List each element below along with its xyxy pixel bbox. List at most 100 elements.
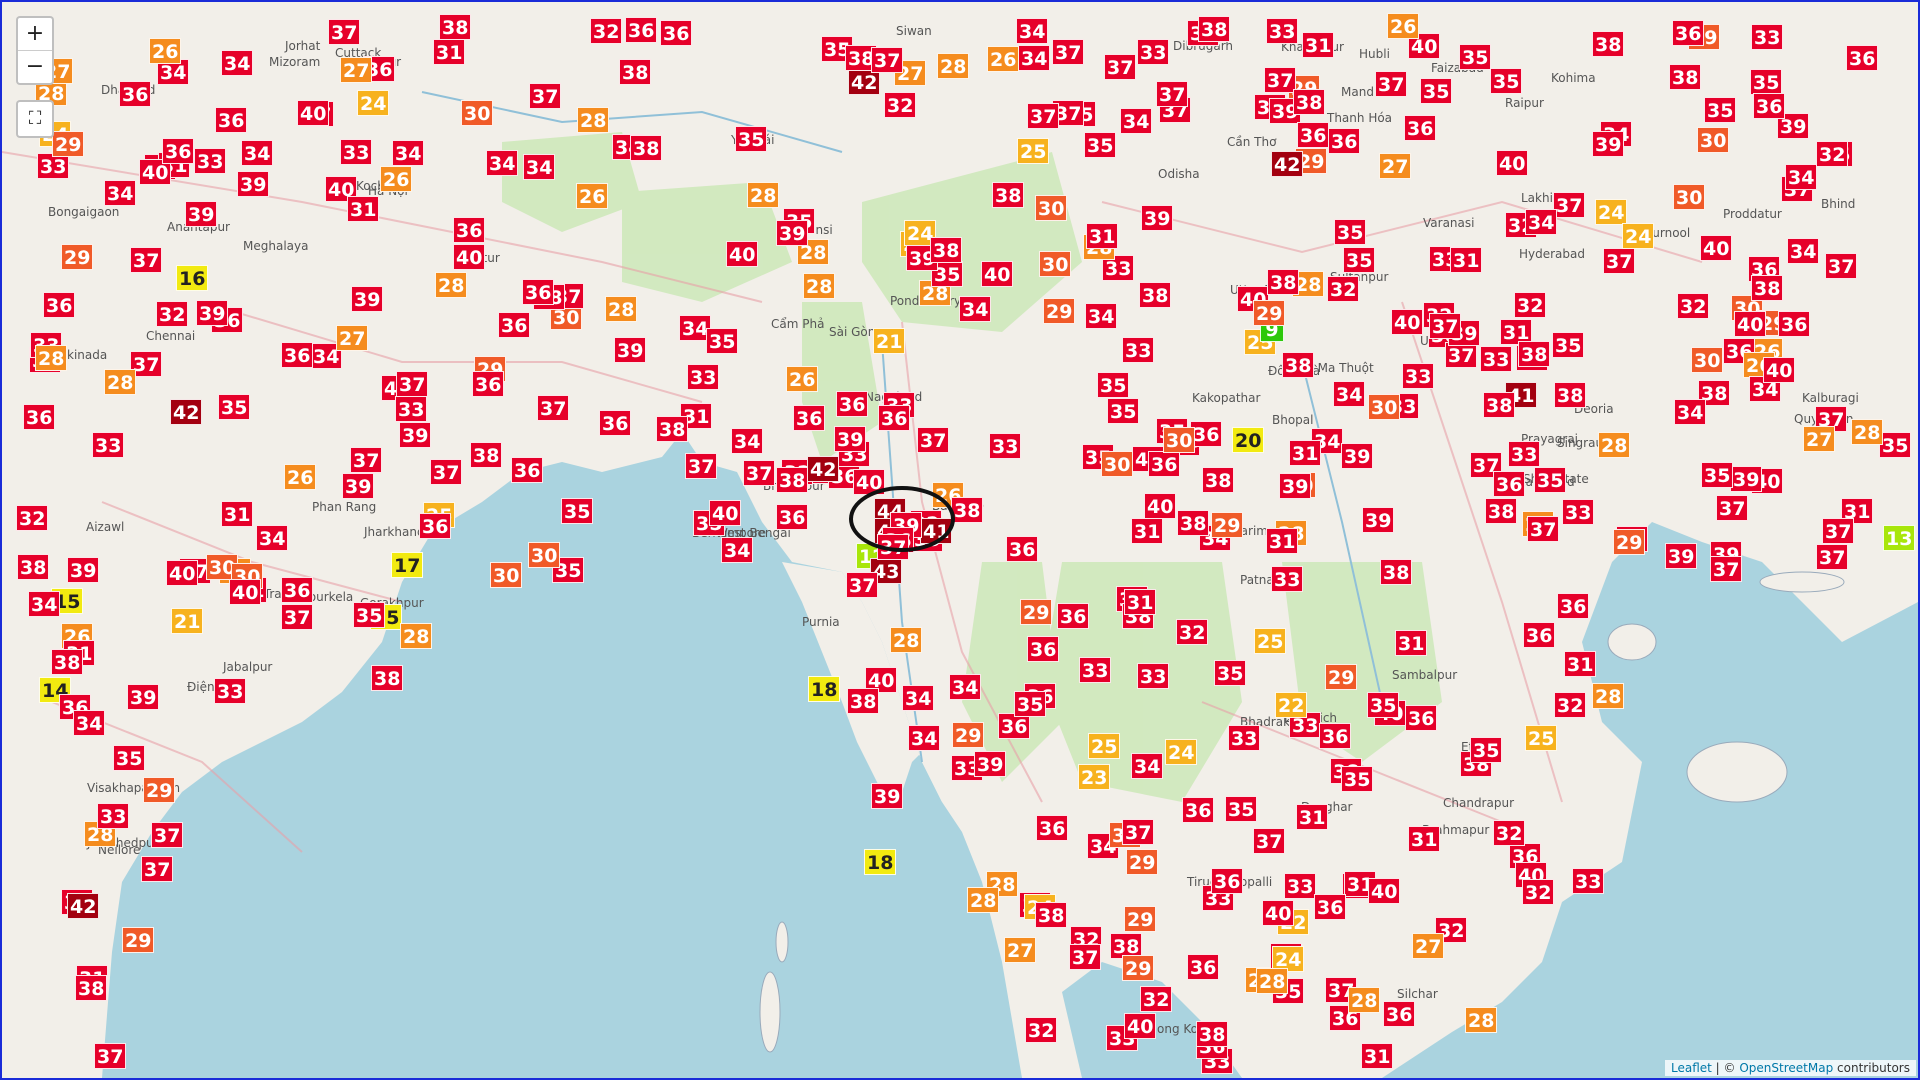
- temperature-badge[interactable]: 34: [1131, 753, 1164, 779]
- temperature-badge[interactable]: 38: [1669, 64, 1702, 90]
- temperature-badge[interactable]: 33: [1508, 441, 1541, 467]
- temperature-badge[interactable]: 22: [1275, 692, 1308, 718]
- temperature-badge[interactable]: 36: [1006, 536, 1039, 562]
- temperature-badge[interactable]: 38: [75, 975, 108, 1001]
- temperature-badge[interactable]: 18: [864, 849, 897, 875]
- temperature-badge[interactable]: 38: [776, 467, 809, 493]
- temperature-badge[interactable]: 39: [342, 473, 375, 499]
- temperature-badge[interactable]: 40: [1368, 878, 1401, 904]
- temperature-badge[interactable]: 32: [1522, 879, 1555, 905]
- temperature-badge[interactable]: 38: [1267, 269, 1300, 295]
- temperature-badge[interactable]: 32: [590, 18, 623, 44]
- temperature-badge[interactable]: 33: [687, 364, 720, 390]
- temperature-badge[interactable]: 33: [340, 139, 373, 165]
- temperature-badge[interactable]: 35: [1534, 467, 1567, 493]
- temperature-badge[interactable]: 36: [599, 410, 632, 436]
- temperature-badge[interactable]: 34: [1785, 164, 1818, 190]
- osm-link[interactable]: OpenStreetMap: [1739, 1061, 1833, 1075]
- temperature-badge[interactable]: 42: [170, 399, 203, 425]
- temperature-badge[interactable]: 35: [1084, 132, 1117, 158]
- temperature-badge[interactable]: 31: [1395, 630, 1428, 656]
- temperature-badge[interactable]: 25: [1017, 138, 1050, 164]
- temperature-badge[interactable]: 39: [834, 426, 867, 452]
- temperature-badge[interactable]: 36: [119, 81, 152, 107]
- temperature-badge[interactable]: 25: [1254, 628, 1287, 654]
- leaflet-link[interactable]: Leaflet: [1671, 1061, 1712, 1075]
- temperature-badge[interactable]: 39: [1141, 205, 1174, 231]
- temperature-badge[interactable]: 35: [1097, 372, 1130, 398]
- temperature-badge[interactable]: 38: [1198, 16, 1231, 42]
- temperature-badge[interactable]: 36: [1057, 603, 1090, 629]
- temperature-badge[interactable]: 36: [281, 342, 314, 368]
- temperature-badge[interactable]: 35: [1490, 68, 1523, 94]
- temperature-badge[interactable]: 40: [1124, 1013, 1157, 1039]
- temperature-badge[interactable]: 33: [1271, 566, 1304, 592]
- temperature-badge[interactable]: 36: [1319, 723, 1352, 749]
- temperature-badge[interactable]: 35: [561, 498, 594, 524]
- zoom-in-button[interactable]: +: [18, 18, 52, 50]
- temperature-badge[interactable]: 32: [156, 301, 189, 327]
- temperature-badge[interactable]: 28: [937, 53, 970, 79]
- temperature-badge[interactable]: 26: [284, 464, 317, 490]
- temperature-badge[interactable]: 30: [1035, 195, 1068, 221]
- temperature-badge[interactable]: 36: [1493, 471, 1526, 497]
- temperature-badge[interactable]: 29: [122, 927, 155, 953]
- temperature-badge[interactable]: 18: [808, 676, 841, 702]
- temperature-badge[interactable]: 38: [1380, 559, 1413, 585]
- temperature-badge[interactable]: 39: [1592, 131, 1625, 157]
- temperature-badge[interactable]: 36: [281, 577, 314, 603]
- temperature-badge[interactable]: 38: [439, 14, 472, 40]
- temperature-badge[interactable]: 28: [1851, 419, 1884, 445]
- temperature-badge[interactable]: 39: [1279, 473, 1312, 499]
- temperature-badge[interactable]: 33: [1751, 24, 1784, 50]
- temperature-badge[interactable]: 35: [1470, 737, 1503, 763]
- temperature-badge[interactable]: 37: [1816, 544, 1849, 570]
- temperature-badge[interactable]: 13: [1883, 525, 1916, 551]
- temperature-badge[interactable]: 32: [1025, 1017, 1058, 1043]
- temperature-badge[interactable]: 36: [1027, 636, 1060, 662]
- temperature-badge[interactable]: 40: [1734, 311, 1767, 337]
- temperature-badge[interactable]: 34: [486, 150, 519, 176]
- temperature-badge[interactable]: 32: [1677, 293, 1710, 319]
- temperature-badge[interactable]: 34: [1787, 238, 1820, 264]
- temperature-badge[interactable]: 39: [1362, 507, 1395, 533]
- temperature-badge[interactable]: 30: [528, 542, 561, 568]
- temperature-badge[interactable]: 37: [846, 572, 879, 598]
- temperature-badge[interactable]: 33: [1137, 663, 1170, 689]
- map-viewport[interactable]: Uttar PradeshLakhimpurGorakhpurPrayagraj…: [0, 0, 1920, 1080]
- temperature-badge[interactable]: 26: [149, 38, 182, 64]
- temperature-badge[interactable]: 38: [1035, 902, 1068, 928]
- temperature-badge[interactable]: 39: [399, 422, 432, 448]
- temperature-badge[interactable]: 33: [214, 678, 247, 704]
- temperature-badge[interactable]: 38: [1554, 382, 1587, 408]
- temperature-badge[interactable]: 33: [1284, 873, 1317, 899]
- temperature-badge[interactable]: 40: [1496, 150, 1529, 176]
- temperature-badge[interactable]: 35: [1552, 332, 1585, 358]
- temperature-badge[interactable]: 34: [28, 591, 61, 617]
- temperature-badge[interactable]: 34: [392, 140, 425, 166]
- temperature-badge[interactable]: 31: [221, 501, 254, 527]
- temperature-badge[interactable]: 37: [130, 247, 163, 273]
- temperature-badge[interactable]: 32: [1554, 692, 1587, 718]
- temperature-badge[interactable]: 33: [1137, 39, 1170, 65]
- temperature-badge[interactable]: 37: [685, 453, 718, 479]
- temperature-badge[interactable]: 31: [1086, 223, 1119, 249]
- temperature-badge[interactable]: 34: [1120, 108, 1153, 134]
- temperature-badge[interactable]: 17: [391, 552, 424, 578]
- temperature-badge[interactable]: 24: [1595, 199, 1628, 225]
- temperature-badge[interactable]: 25: [1088, 733, 1121, 759]
- temperature-badge[interactable]: 24: [1622, 223, 1655, 249]
- temperature-badge[interactable]: 34: [731, 428, 764, 454]
- temperature-badge[interactable]: 31: [1408, 826, 1441, 852]
- temperature-badge[interactable]: 29: [1613, 529, 1646, 555]
- temperature-badge[interactable]: 38: [470, 442, 503, 468]
- temperature-badge[interactable]: 36: [162, 138, 195, 164]
- temperature-badge[interactable]: 27: [1379, 153, 1412, 179]
- temperature-badge[interactable]: 37: [1052, 39, 1085, 65]
- temperature-badge[interactable]: 38: [1202, 467, 1235, 493]
- temperature-badge[interactable]: 38: [630, 135, 663, 161]
- temperature-badge[interactable]: 28: [1592, 683, 1625, 709]
- temperature-badge[interactable]: 34: [721, 537, 754, 563]
- temperature-badge[interactable]: 39: [185, 201, 218, 227]
- temperature-badge[interactable]: 37: [1264, 67, 1297, 93]
